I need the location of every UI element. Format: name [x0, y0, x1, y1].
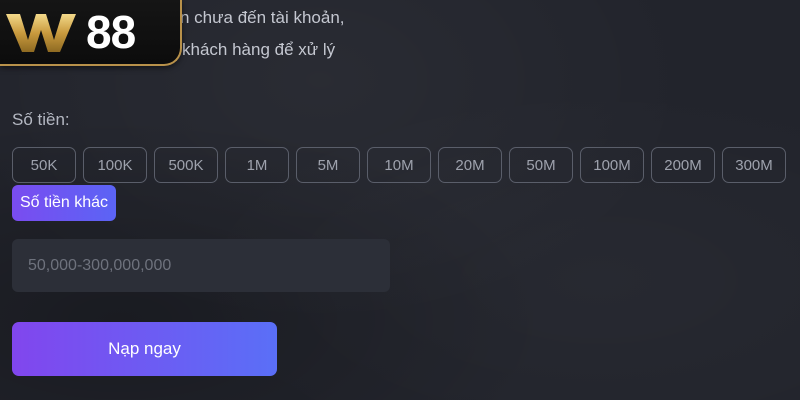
- notice-line-1: n chưa đến tài khoản,: [180, 8, 345, 27]
- amount-input[interactable]: [12, 239, 390, 292]
- logo-text: 88: [86, 6, 136, 58]
- notice-line-2: khách hàng để xử lý: [182, 40, 336, 59]
- other-amount-button[interactable]: Số tiền khác: [12, 185, 117, 221]
- amount-chip-5m[interactable]: 5M: [296, 147, 360, 183]
- amount-chip-300m[interactable]: 300M: [722, 147, 786, 183]
- amount-chip-100k[interactable]: 100K: [83, 147, 147, 183]
- amount-chip-list: 50K 100K 500K 1M 5M 10M 20M 50M 100M 200…: [12, 147, 786, 183]
- deposit-now-button[interactable]: Nạp ngay: [12, 322, 277, 376]
- amount-chip-200m[interactable]: 200M: [651, 147, 715, 183]
- amount-chip-10m[interactable]: 10M: [367, 147, 431, 183]
- amount-chip-1m[interactable]: 1M: [225, 147, 289, 183]
- amount-chip-50m[interactable]: 50M: [509, 147, 573, 183]
- notice-text: n chưa đến tài khoản, khách hàng để xử l…: [180, 2, 345, 66]
- amount-chip-500k[interactable]: 500K: [154, 147, 218, 183]
- amount-chip-20m[interactable]: 20M: [438, 147, 502, 183]
- w-logo-icon: [6, 14, 76, 52]
- amount-chip-50k[interactable]: 50K: [12, 147, 76, 183]
- amount-label: Số tiền:: [12, 110, 70, 129]
- amount-chip-100m[interactable]: 100M: [580, 147, 644, 183]
- brand-logo: 88: [0, 0, 182, 66]
